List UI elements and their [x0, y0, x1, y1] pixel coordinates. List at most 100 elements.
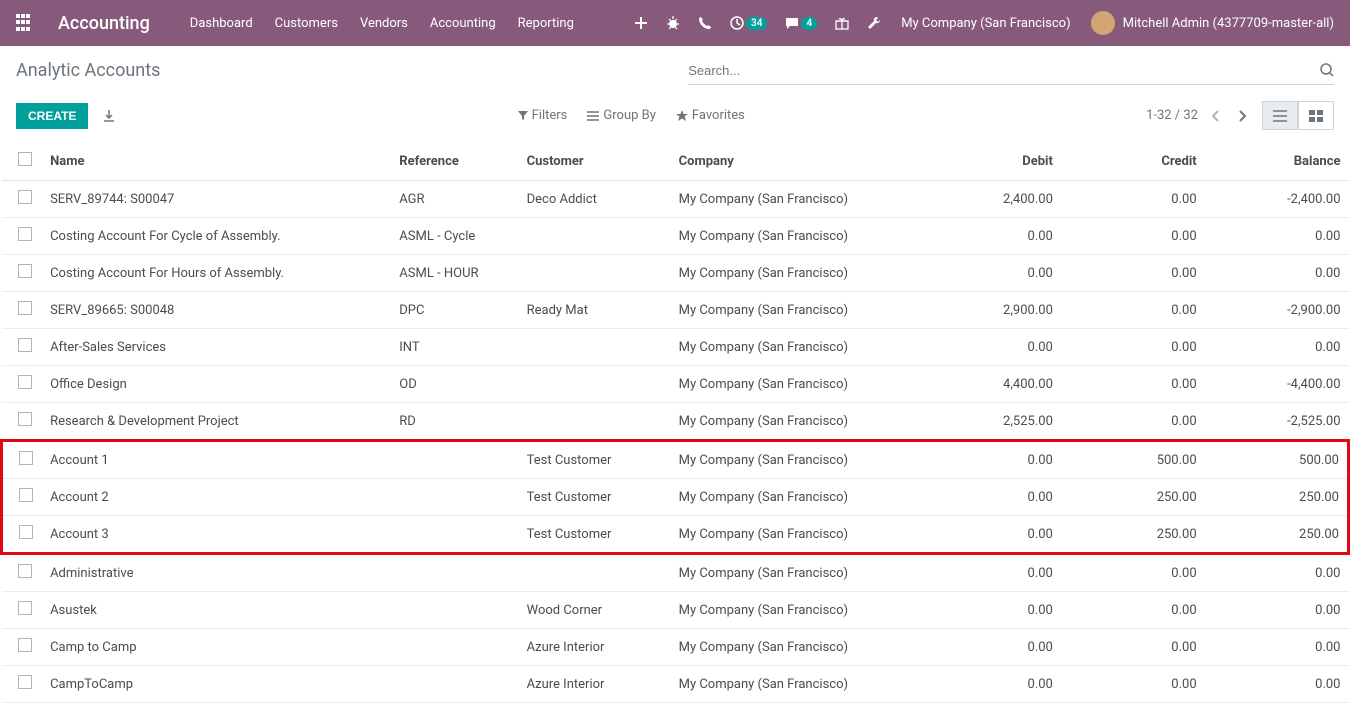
- table-row[interactable]: Office DesignODMy Company (San Francisco…: [2, 366, 1349, 403]
- clock-badge: 34: [746, 17, 767, 30]
- groupby-button[interactable]: Group By: [587, 108, 656, 123]
- row-checkbox[interactable]: [18, 227, 32, 241]
- cell-customer: Test Customer: [519, 479, 671, 516]
- cell-name: Camp to Camp: [42, 629, 391, 666]
- nav-dashboard[interactable]: Dashboard: [190, 16, 253, 31]
- favorites-button[interactable]: Favorites: [676, 108, 745, 123]
- col-reference[interactable]: Reference: [391, 142, 518, 181]
- table-row[interactable]: After-Sales ServicesINTMy Company (San F…: [2, 329, 1349, 366]
- cell-customer: [519, 329, 671, 366]
- bug-icon[interactable]: [666, 16, 680, 30]
- table-row[interactable]: SERV_89665: S00048DPCReady MatMy Company…: [2, 292, 1349, 329]
- table-row[interactable]: Account 3Test CustomerMy Company (San Fr…: [2, 516, 1349, 554]
- table-row[interactable]: Account 2Test CustomerMy Company (San Fr…: [2, 479, 1349, 516]
- nav-accounting[interactable]: Accounting: [430, 16, 496, 31]
- col-credit[interactable]: Credit: [1061, 142, 1205, 181]
- pager-prev-icon[interactable]: [1208, 104, 1224, 128]
- nav-customers[interactable]: Customers: [275, 16, 338, 31]
- row-checkbox[interactable]: [18, 412, 32, 426]
- cell-credit: 0.00: [1061, 255, 1205, 292]
- cell-reference: [391, 479, 518, 516]
- app-brand[interactable]: Accounting: [58, 13, 150, 34]
- table-row[interactable]: Camp to CampAzure InteriorMy Company (Sa…: [2, 629, 1349, 666]
- cell-name: Administrative: [42, 554, 391, 592]
- cell-debit: 0.00: [917, 516, 1061, 554]
- search-box[interactable]: [688, 56, 1334, 85]
- table-row[interactable]: CampToCampAzure InteriorMy Company (San …: [2, 666, 1349, 703]
- kanban-view-icon[interactable]: [1298, 101, 1334, 130]
- view-switcher: [1262, 101, 1334, 130]
- cell-credit: 0.00: [1061, 629, 1205, 666]
- gift-icon[interactable]: [835, 16, 849, 30]
- row-checkbox[interactable]: [18, 301, 32, 315]
- col-customer[interactable]: Customer: [519, 142, 671, 181]
- cell-balance: 0.00: [1205, 255, 1349, 292]
- table-row[interactable]: Research & Development ProjectRDMy Compa…: [2, 403, 1349, 441]
- cell-customer: Wood Corner: [519, 592, 671, 629]
- cell-company: My Company (San Francisco): [671, 366, 917, 403]
- cell-debit: 0.00: [917, 255, 1061, 292]
- chat-badge: 4: [801, 17, 817, 30]
- pager-next-icon[interactable]: [1234, 104, 1250, 128]
- wrench-icon[interactable]: [867, 16, 881, 30]
- col-name[interactable]: Name: [42, 142, 391, 181]
- apps-icon[interactable]: [16, 14, 34, 32]
- row-checkbox[interactable]: [18, 564, 32, 578]
- col-debit[interactable]: Debit: [917, 142, 1061, 181]
- row-checkbox[interactable]: [18, 338, 32, 352]
- cell-reference: RD: [391, 403, 518, 441]
- table-row[interactable]: AsustekWood CornerMy Company (San Franci…: [2, 592, 1349, 629]
- cell-customer: [519, 218, 671, 255]
- cell-reference: [391, 441, 518, 479]
- nav-vendors[interactable]: Vendors: [360, 16, 408, 31]
- cell-debit: 0.00: [917, 479, 1061, 516]
- row-checkbox[interactable]: [19, 451, 33, 465]
- row-checkbox[interactable]: [18, 675, 32, 689]
- cell-company: My Company (San Francisco): [671, 666, 917, 703]
- create-button[interactable]: CREATE: [16, 103, 88, 129]
- row-checkbox[interactable]: [18, 190, 32, 204]
- table-row[interactable]: Costing Account For Hours of Assembly.AS…: [2, 255, 1349, 292]
- clock-icon[interactable]: 34: [730, 16, 767, 30]
- row-checkbox[interactable]: [18, 601, 32, 615]
- table-row[interactable]: Account 1Test CustomerMy Company (San Fr…: [2, 441, 1349, 479]
- cell-customer: [519, 554, 671, 592]
- cell-name: Office Design: [42, 366, 391, 403]
- cell-credit: 0.00: [1061, 292, 1205, 329]
- row-checkbox[interactable]: [19, 488, 33, 502]
- cell-credit: 0.00: [1061, 329, 1205, 366]
- table-row[interactable]: Administrative My Company (San Francisco)…: [2, 554, 1349, 592]
- row-checkbox[interactable]: [18, 375, 32, 389]
- cell-company: My Company (San Francisco): [671, 554, 917, 592]
- search-icon[interactable]: [1320, 62, 1334, 78]
- row-checkbox[interactable]: [19, 525, 33, 539]
- select-all-checkbox[interactable]: [18, 152, 32, 166]
- nav-reporting[interactable]: Reporting: [518, 16, 574, 31]
- plus-icon[interactable]: [634, 16, 648, 30]
- cell-debit: 2,525.00: [917, 403, 1061, 441]
- chat-icon[interactable]: 4: [785, 16, 817, 30]
- user-menu[interactable]: Mitchell Admin (4377709-master-all): [1091, 11, 1334, 35]
- row-checkbox[interactable]: [18, 638, 32, 652]
- cell-reference: ASML - Cycle: [391, 218, 518, 255]
- col-balance[interactable]: Balance: [1205, 142, 1349, 181]
- search-input[interactable]: [688, 63, 1320, 78]
- list-view-icon[interactable]: [1262, 101, 1298, 130]
- table-row[interactable]: SERV_89744: S00047AGRDeco AddictMy Compa…: [2, 181, 1349, 218]
- table-row[interactable]: Costing Account For Cycle of Assembly.AS…: [2, 218, 1349, 255]
- company-selector[interactable]: My Company (San Francisco): [901, 16, 1070, 31]
- phone-icon[interactable]: [698, 16, 712, 30]
- import-icon[interactable]: [102, 108, 116, 124]
- cell-balance: -2,400.00: [1205, 181, 1349, 218]
- breadcrumb: Analytic Accounts: [16, 60, 160, 81]
- cell-reference: DPC: [391, 292, 518, 329]
- cell-balance: -2,900.00: [1205, 292, 1349, 329]
- filters-button[interactable]: Filters: [518, 108, 568, 123]
- col-company[interactable]: Company: [671, 142, 917, 181]
- cell-name: Asustek: [42, 592, 391, 629]
- row-checkbox[interactable]: [18, 264, 32, 278]
- cell-reference: [391, 592, 518, 629]
- cell-reference: AGR: [391, 181, 518, 218]
- cell-debit: 2,400.00: [917, 181, 1061, 218]
- cell-company: My Company (San Francisco): [671, 181, 917, 218]
